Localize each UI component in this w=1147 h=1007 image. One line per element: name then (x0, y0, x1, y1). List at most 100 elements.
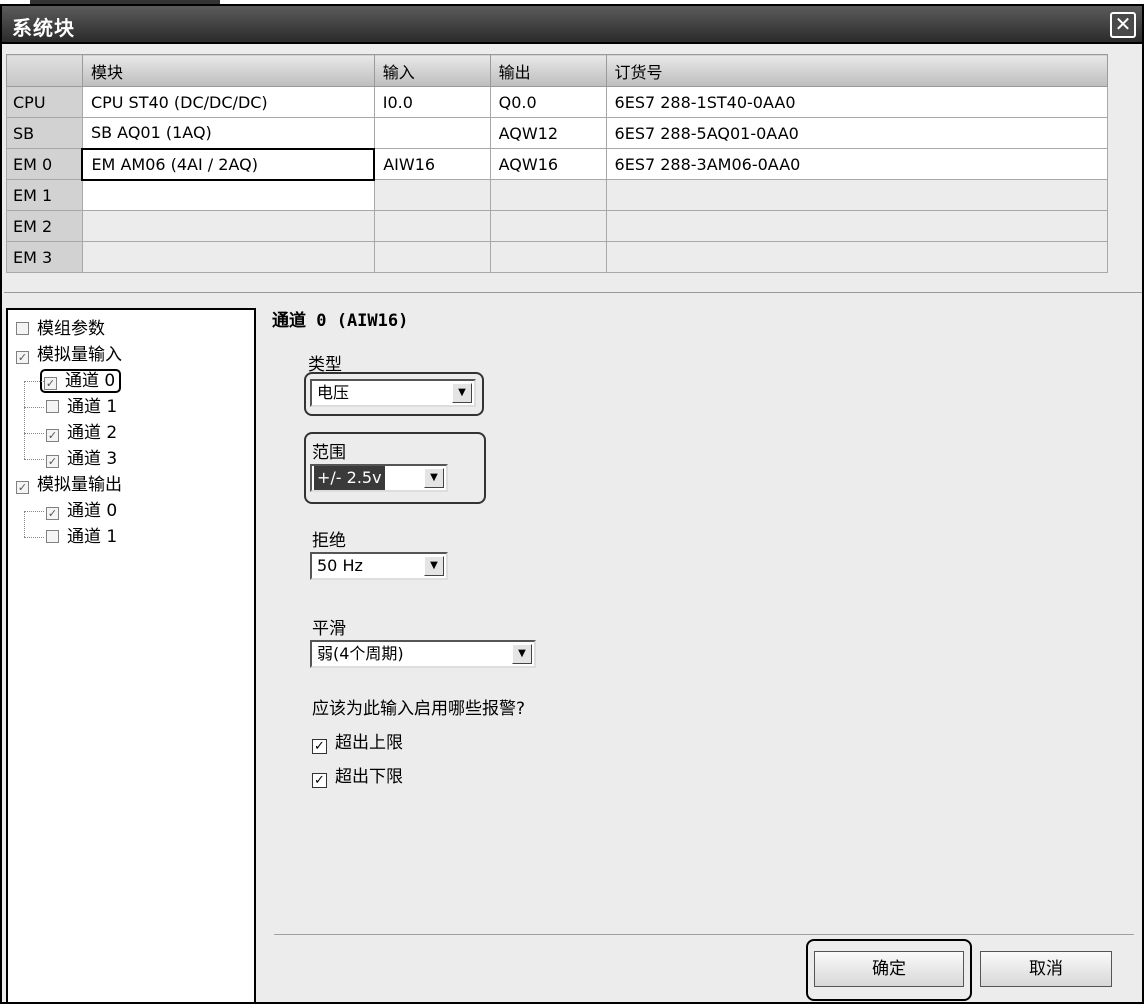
range-label: 范围 (312, 443, 346, 463)
range-select-value: +/- 2.5v (314, 466, 385, 490)
table-row[interactable]: EM 0 EM AM06 (4AI / 2AQ) AIW16 AQW16 6ES… (6, 147, 1109, 181)
range-select[interactable]: +/- 2.5v ▼ (310, 464, 448, 492)
output-cell[interactable] (489, 241, 607, 273)
module-cell[interactable] (81, 210, 375, 242)
input-cell[interactable]: I0.0 (373, 86, 491, 118)
output-cell[interactable] (489, 179, 607, 211)
smoothing-select[interactable]: 弱(4个周期) ▼ (310, 640, 536, 668)
input-cell[interactable] (373, 179, 491, 211)
alarm-lower-label: 超出下限 (335, 767, 403, 787)
checkbox-icon[interactable] (16, 322, 29, 335)
checkbox-checked-icon[interactable]: ✓ (46, 455, 59, 468)
output-cell[interactable]: AQW16 (489, 148, 607, 180)
close-icon: ✕ (1114, 12, 1132, 36)
chevron-down-icon[interactable]: ▼ (452, 383, 472, 403)
selected-channel-highlight[interactable]: ✓ 通道 0 (40, 369, 122, 393)
channel-title: 通道 0 (AIW16) (272, 311, 409, 331)
tree-item-label: 通道 1 (67, 527, 118, 547)
tree-item-ai-channel-3[interactable]: ✓ 通道 3 (8, 433, 254, 472)
header-order-number[interactable]: 订货号 (605, 54, 1109, 87)
tree-item-label: 通道 2 (67, 423, 118, 443)
tree-item-ai-channel-1[interactable]: 通道 1 (8, 381, 254, 420)
table-row[interactable]: SB SB AQ01 (1AQ) AQW12 6ES7 288-5AQ01-0A… (6, 117, 1109, 149)
tree-item-aq-channel-1[interactable]: 通道 1 (8, 511, 254, 550)
tree-item-analog-input[interactable]: ✓ 模拟量输入 (8, 342, 254, 368)
section-divider (4, 292, 1142, 293)
table-row[interactable]: CPU CPU ST40 (DC/DC/DC) I0.0 Q0.0 6ES7 2… (6, 86, 1109, 118)
header-corner (6, 54, 83, 87)
slot-cell[interactable]: SB (6, 117, 83, 149)
input-cell[interactable] (373, 210, 491, 242)
table-row[interactable]: EM 3 (6, 241, 1109, 273)
slot-cell[interactable]: EM 2 (6, 210, 83, 242)
checkbox-icon[interactable] (46, 530, 59, 543)
order-cell[interactable]: 6ES7 288-1ST40-0AA0 (605, 86, 1109, 118)
output-cell[interactable] (489, 210, 607, 242)
tree-item-label: 模拟量输入 (37, 345, 122, 365)
alarm-upper-label: 超出上限 (335, 733, 403, 753)
checkbox-checked-icon[interactable]: ✓ (312, 739, 327, 754)
system-block-dialog: 系统块 ✕ 模块 输入 输出 订货号 CPU CPU ST40 (DC/DC/D… (0, 4, 1144, 1004)
table-row[interactable]: EM 2 (6, 210, 1109, 242)
header-module[interactable]: 模块 (81, 54, 375, 87)
module-cell[interactable]: CPU ST40 (DC/DC/DC) (81, 86, 375, 118)
order-cell[interactable] (605, 179, 1109, 211)
input-cell[interactable] (373, 241, 491, 273)
output-cell[interactable]: Q0.0 (489, 86, 607, 118)
checkbox-checked-icon[interactable]: ✓ (44, 377, 57, 390)
type-select-value: 电压 (317, 383, 350, 402)
chevron-down-icon[interactable]: ▼ (512, 644, 532, 664)
checkbox-checked-icon[interactable]: ✓ (46, 429, 59, 442)
checkbox-checked-icon[interactable]: ✓ (312, 773, 327, 788)
table-row[interactable]: EM 1 (6, 179, 1109, 211)
ok-button[interactable]: 确定 (814, 951, 964, 987)
slot-cell[interactable]: EM 1 (6, 179, 83, 211)
tree-item-aq-channel-0[interactable]: ✓ 通道 0 (8, 498, 254, 524)
tree-item-ai-channel-0[interactable]: ✓ 通道 0 (8, 368, 254, 394)
tree-item-module-params[interactable]: 模组参数 (8, 316, 254, 342)
table-header-row: 模块 输入 输出 订货号 (6, 54, 1109, 87)
tree-item-label: 通道 0 (67, 501, 118, 521)
cancel-button[interactable]: 取消 (980, 951, 1112, 987)
order-cell[interactable]: 6ES7 288-3AM06-0AA0 (605, 148, 1109, 180)
alarm-upper-limit[interactable]: ✓ 超出上限 (312, 728, 403, 754)
order-cell[interactable] (605, 210, 1109, 242)
close-button[interactable]: ✕ (1110, 12, 1136, 38)
header-output[interactable]: 输出 (489, 54, 607, 87)
header-input[interactable]: 输入 (373, 54, 491, 87)
chevron-down-icon[interactable]: ▼ (424, 468, 444, 488)
output-cell[interactable]: AQW12 (489, 117, 607, 149)
chevron-down-icon[interactable]: ▼ (424, 556, 444, 576)
module-cell-selected[interactable]: EM AM06 (4AI / 2AQ) (81, 147, 376, 181)
type-select[interactable]: 电压 ▼ (310, 379, 476, 407)
smoothing-select-value: 弱(4个周期) (317, 644, 404, 663)
slot-cell[interactable]: EM 0 (6, 148, 83, 180)
tree-item-analog-output[interactable]: ✓ 模拟量输出 (8, 472, 254, 498)
order-cell[interactable]: 6ES7 288-5AQ01-0AA0 (605, 117, 1109, 149)
alarms-question: 应该为此输入启用哪些报警? (312, 699, 526, 719)
checkbox-icon[interactable] (46, 400, 59, 413)
channel-config-panel: 通道 0 (AIW16) 类型 电压 ▼ 范围 +/- 2.5v ▼ 拒绝 50… (260, 304, 1140, 1004)
tree-item-label: 通道 1 (67, 397, 118, 417)
parameter-tree: 模组参数 ✓ 模拟量输入 ✓ 通道 0 通道 1 ✓ 通道 2 ✓ 通道 3 ✓ 模拟量输… (6, 308, 256, 1004)
checkbox-checked-icon[interactable]: ✓ (16, 351, 29, 364)
module-table: 模块 输入 输出 订货号 CPU CPU ST40 (DC/DC/DC) I0.… (6, 54, 1109, 273)
module-cell[interactable] (81, 179, 375, 211)
checkbox-checked-icon[interactable]: ✓ (16, 481, 29, 494)
module-cell[interactable]: SB AQ01 (1AQ) (81, 117, 375, 149)
slot-cell[interactable]: CPU (6, 86, 83, 118)
module-cell[interactable] (81, 241, 375, 273)
slot-cell[interactable]: EM 3 (6, 241, 83, 273)
tree-item-label: 模组参数 (37, 319, 105, 339)
reject-label: 拒绝 (312, 531, 346, 551)
tree-item-label: 模拟量输出 (37, 475, 122, 495)
alarm-lower-limit[interactable]: ✓ 超出下限 (312, 762, 403, 788)
tree-item-ai-channel-2[interactable]: ✓ 通道 2 (8, 407, 254, 446)
checkbox-checked-icon[interactable]: ✓ (46, 507, 59, 520)
reject-select[interactable]: 50 Hz ▼ (310, 552, 448, 580)
smoothing-label: 平滑 (312, 619, 346, 639)
title-bar[interactable]: 系统块 ✕ (2, 6, 1142, 44)
order-cell[interactable] (605, 241, 1109, 273)
input-cell[interactable] (373, 117, 491, 149)
input-cell[interactable]: AIW16 (373, 148, 491, 180)
